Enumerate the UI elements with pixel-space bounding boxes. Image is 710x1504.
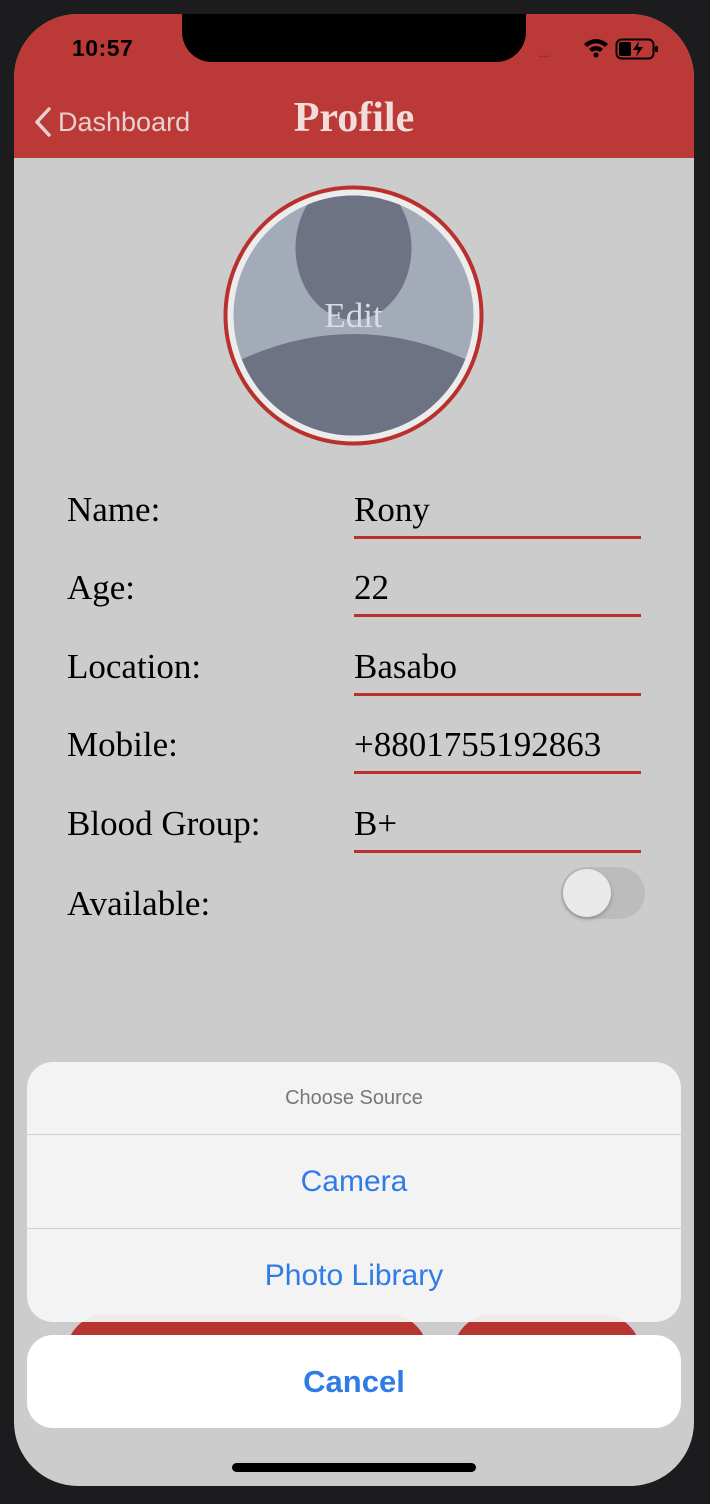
page-title: Profile — [293, 95, 415, 141]
action-sheet-title: Choose Source — [285, 1087, 423, 1109]
signal-icon: ..... — [538, 46, 551, 60]
device-notch — [182, 14, 526, 62]
toggle-knob — [563, 869, 611, 917]
name-field[interactable]: Rony — [354, 490, 641, 530]
name-row: Name: Rony — [14, 486, 694, 546]
age-row: Age: 22 — [14, 564, 694, 624]
battery-icon — [615, 38, 658, 60]
age-label: Age: — [67, 568, 136, 607]
blood-group-field[interactable]: B+ — [354, 804, 641, 844]
choose-source-action-sheet: Choose Source Camera Photo Library — [27, 1062, 681, 1322]
blood-group-label: Blood Group: — [67, 804, 261, 843]
available-toggle[interactable] — [561, 867, 645, 919]
edit-photo-label: Edit — [324, 296, 383, 335]
wifi-icon — [584, 39, 608, 58]
location-underline — [354, 693, 641, 696]
location-row: Location: Basabo — [14, 643, 694, 703]
blood-group-row: Blood Group: B+ — [14, 800, 694, 860]
mobile-row: Mobile: +8801755192863 — [14, 721, 694, 781]
photo-library-option[interactable]: Photo Library — [27, 1229, 681, 1322]
status-time: 10:57 — [72, 35, 134, 61]
profile-avatar[interactable]: Edit — [222, 184, 485, 447]
available-label: Available: — [67, 884, 211, 923]
mobile-label: Mobile: — [67, 725, 178, 764]
age-underline — [354, 614, 641, 617]
camera-option[interactable]: Camera — [27, 1135, 681, 1228]
mobile-field[interactable]: +8801755192863 — [354, 725, 641, 765]
blood-group-underline — [354, 850, 641, 853]
age-field[interactable]: 22 — [354, 568, 641, 608]
mobile-underline — [354, 771, 641, 774]
location-field[interactable]: Basabo — [354, 647, 641, 687]
home-indicator[interactable] — [232, 1463, 476, 1472]
location-label: Location: — [67, 647, 202, 686]
phone-screen: 10:57 ..... Dashboard Profile Edit Name:… — [14, 14, 694, 1486]
name-label: Name: — [67, 490, 161, 529]
name-underline — [354, 536, 641, 539]
action-sheet-cancel-button[interactable]: Cancel — [27, 1335, 681, 1428]
